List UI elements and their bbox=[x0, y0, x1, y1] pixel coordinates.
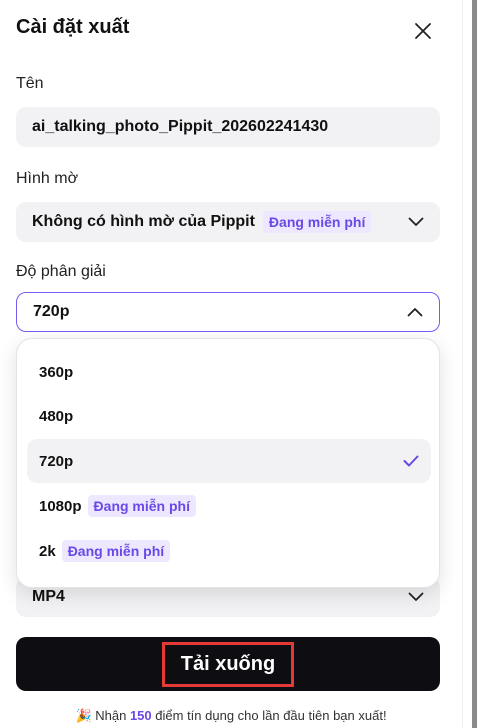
close-button[interactable] bbox=[408, 16, 438, 46]
dialog-title: Cài đặt xuất bbox=[16, 16, 130, 38]
export-settings-panel: Cài đặt xuất Tên ai_talking_photo_Pippit… bbox=[0, 0, 462, 728]
resolution-select[interactable]: 720p bbox=[16, 292, 440, 332]
option-360p[interactable]: 360p bbox=[27, 350, 431, 394]
promo-suffix: điểm tín dụng cho lần đầu tiên bạn xuất! bbox=[155, 708, 387, 723]
option-2k[interactable]: 2k Đang miễn phí bbox=[27, 529, 431, 573]
option-720p[interactable]: 720p bbox=[27, 439, 431, 483]
resolution-dropdown: 360p 480p 720p 1080p Đang miễn phí 2k Đa… bbox=[16, 338, 440, 588]
promo-credits: 150 bbox=[129, 708, 152, 723]
name-input-value: ai_talking_photo_Pippit_202602241430 bbox=[32, 118, 329, 135]
option-label: 480p bbox=[39, 407, 74, 425]
resolution-value: 720p bbox=[33, 303, 70, 320]
resolution-label: Độ phân giải bbox=[16, 263, 106, 280]
close-icon bbox=[415, 23, 431, 39]
chevron-down-icon bbox=[408, 592, 424, 601]
chevron-up-icon bbox=[407, 308, 423, 317]
watermark-value: Không có hình mờ của Pippit bbox=[32, 213, 255, 230]
option-1080p[interactable]: 1080p Đang miễn phí bbox=[27, 484, 431, 528]
download-button[interactable]: Tải xuống bbox=[16, 637, 440, 691]
promo-text: 🎉 Nhận 150 điểm tín dụng cho lần đầu tiê… bbox=[0, 708, 462, 724]
check-icon bbox=[403, 455, 419, 467]
name-input[interactable]: ai_talking_photo_Pippit_202602241430 bbox=[16, 107, 440, 147]
scrollbar[interactable] bbox=[472, 0, 477, 728]
chevron-down-icon bbox=[408, 217, 424, 226]
option-label: 1080p bbox=[39, 497, 82, 515]
option-label: 360p bbox=[39, 363, 74, 381]
watermark-select[interactable]: Không có hình mờ của Pippit Đang miễn ph… bbox=[16, 202, 440, 242]
background-edge bbox=[462, 0, 477, 728]
option-label: 2k bbox=[39, 542, 56, 560]
download-button-label: Tải xuống bbox=[161, 641, 295, 687]
party-icon: 🎉 bbox=[75, 708, 92, 723]
option-label: 720p bbox=[39, 452, 74, 470]
free-badge: Đang miễn phí bbox=[87, 495, 196, 517]
watermark-label: Hình mờ bbox=[16, 170, 79, 187]
promo-prefix: Nhận bbox=[95, 708, 127, 723]
free-badge: Đang miễn phí bbox=[61, 540, 171, 562]
option-480p[interactable]: 480p bbox=[27, 394, 431, 438]
format-value: MP4 bbox=[32, 588, 65, 605]
free-badge: Đang miễn phí bbox=[262, 211, 372, 233]
name-label: Tên bbox=[16, 75, 44, 92]
